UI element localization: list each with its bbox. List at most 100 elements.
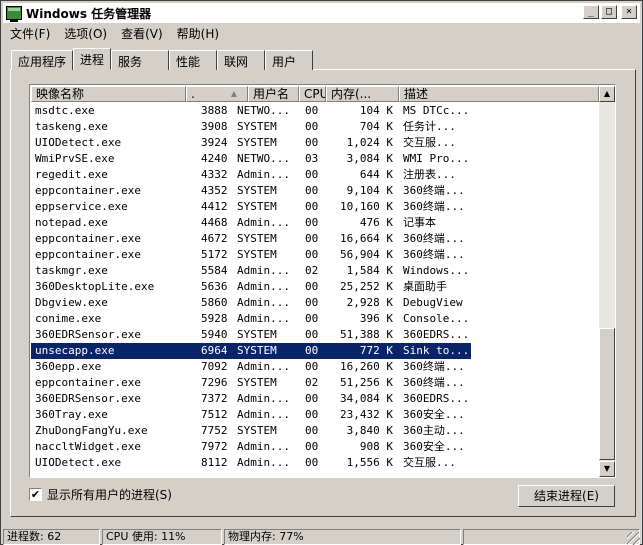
process-row[interactable]: eppcontainer.exe 5172 SYSTEM 00 56,904 K 360终… — [31, 247, 471, 263]
process-row[interactable]: naccltWidget.exe 7972 Admin... 00 908 K 360安全… — [31, 439, 471, 455]
process-row[interactable]: 360EDRSensor.exe 5940 SYSTEM 00 51,388 K 360E… — [31, 327, 471, 343]
menu-view[interactable]: 查看(V) — [114, 24, 170, 42]
cell-username: SYSTEM — [237, 328, 277, 341]
cell-pid: 4468 — [201, 216, 227, 229]
cell-image-name: 360Tray.exe — [35, 408, 108, 421]
cell-cpu: 00 — [305, 200, 319, 213]
column-description[interactable]: 描述 — [399, 86, 599, 102]
cell-cpu: 00 — [305, 168, 319, 181]
process-row[interactable]: unsecapp.exe 6964 SYSTEM 00 772 K Sink to... — [31, 343, 471, 359]
process-row[interactable]: ZhuDongFangYu.exe 7752 SYSTEM 00 3,840 K 360主… — [31, 423, 471, 439]
process-row[interactable]: WmiPrvSE.exe 4240 NETWO... 03 3,084 K WMI Pro… — [31, 151, 471, 167]
cell-description: 注册表... — [403, 168, 456, 181]
cell-username: Admin... — [237, 168, 290, 181]
cell-cpu: 00 — [305, 424, 319, 437]
cell-username: SYSTEM — [237, 232, 277, 245]
cell-pid: 7092 — [201, 360, 227, 373]
window-title: Windows 任务管理器 — [26, 6, 152, 21]
resize-grip-icon[interactable] — [627, 532, 640, 545]
column-cpu[interactable]: CPU — [299, 86, 326, 102]
cell-username: Admin... — [237, 456, 290, 469]
column-image-name[interactable]: 映像名称 — [31, 86, 186, 102]
vertical-scrollbar[interactable]: ▲ ▼ — [599, 86, 615, 477]
tab-users[interactable]: 用户 — [265, 50, 314, 70]
cell-pid: 3924 — [201, 136, 227, 149]
menu-help[interactable]: 帮助(H) — [170, 24, 226, 42]
scroll-down-arrow-icon[interactable]: ▼ — [599, 461, 615, 477]
process-row[interactable]: UIODetect.exe 3924 SYSTEM 00 1,024 K 交互服... — [31, 135, 471, 151]
cell-description: 360EDRS... — [403, 328, 470, 341]
process-row[interactable]: eppcontainer.exe 4352 SYSTEM 00 9,104 K 360终端… — [31, 183, 471, 199]
cell-username: Admin... — [237, 312, 290, 325]
process-row[interactable]: regedit.exe 4332 Admin... 00 644 K 注册表... — [31, 167, 471, 183]
cell-username: Admin... — [237, 264, 290, 277]
cell-memory: 25,252 K — [340, 280, 393, 293]
cell-image-name: WmiPrvSE.exe — [35, 152, 115, 165]
process-row[interactable]: taskeng.exe 3908 SYSTEM 00 704 K 任务计... — [31, 119, 471, 135]
menu-options[interactable]: 选项(O) — [57, 24, 114, 42]
column-pid[interactable]: . ▲ — [186, 86, 248, 102]
scrollbar-thumb[interactable] — [599, 328, 615, 460]
process-row[interactable]: eppcontainer.exe 4672 SYSTEM 00 16,664 K 360终… — [31, 231, 471, 247]
process-row[interactable]: 360Tray.exe 7512 Admin... 00 23,432 K 360安全..… — [31, 407, 471, 423]
column-pid-label: . — [191, 87, 195, 101]
cell-memory: 9,104 K — [346, 184, 393, 197]
tab-networking[interactable]: 联网 — [217, 50, 266, 70]
show-all-users-checkbox[interactable]: ✔ — [29, 488, 42, 501]
process-row[interactable]: 360epp.exe 7092 Admin... 00 16,260 K 360终端... — [31, 359, 471, 375]
maximize-button[interactable]: □ — [601, 5, 617, 19]
minimize-button[interactable]: _ — [583, 5, 599, 19]
close-button[interactable]: × — [621, 5, 637, 19]
tab-applications[interactable]: 应用程序 — [11, 50, 74, 70]
process-row[interactable]: msdtc.exe 3888 NETWO... 00 104 K MS DTCc... — [31, 103, 471, 119]
cell-username: Admin... — [237, 280, 290, 293]
process-row[interactable]: taskmgr.exe 5584 Admin... 02 1,584 K Windows.… — [31, 263, 471, 279]
cell-description: DebugView — [403, 296, 463, 309]
menu-file[interactable]: 文件(F) — [3, 24, 57, 42]
cell-memory: 1,024 K — [346, 136, 393, 149]
process-row[interactable]: eppservice.exe 4412 SYSTEM 00 10,160 K 360终端.… — [31, 199, 471, 215]
cell-username: SYSTEM — [237, 200, 277, 213]
title-bar[interactable]: Windows 任务管理器 _ □ × — [3, 3, 640, 23]
process-row[interactable]: 360DesktopLite.exe 5636 Admin... 00 25,252 K… — [31, 279, 471, 295]
cell-image-name: eppservice.exe — [35, 200, 128, 213]
cell-pid: 4240 — [201, 152, 227, 165]
cell-description: 交互服... — [403, 136, 456, 149]
cell-description: WMI Pro... — [403, 152, 470, 165]
cell-image-name: UIODetect.exe — [35, 136, 122, 149]
process-row[interactable]: 360EDRSensor.exe 7372 Admin... 00 34,084 K 36… — [31, 391, 471, 407]
tab-processes[interactable]: 进程 — [73, 48, 112, 70]
process-row[interactable]: conime.exe 5928 Admin... 00 396 K Console... — [31, 311, 471, 327]
column-memory[interactable]: 内存(... — [326, 86, 399, 102]
tab-services[interactable]: 服务 — [111, 50, 170, 70]
show-all-users-label[interactable]: 显示所有用户的进程(S) — [47, 486, 172, 503]
cell-cpu: 00 — [305, 360, 319, 373]
cell-cpu: 03 — [305, 152, 319, 165]
cell-pid: 7752 — [201, 424, 227, 437]
cell-description: 360终端... — [403, 360, 465, 373]
cell-username: SYSTEM — [237, 376, 277, 389]
scroll-up-arrow-icon[interactable]: ▲ — [599, 86, 615, 102]
cell-pid: 7972 — [201, 440, 227, 453]
cell-cpu: 02 — [305, 264, 319, 277]
process-row[interactable]: UIODetect.exe 8112 Admin... 00 1,556 K 交互服... — [31, 455, 471, 471]
cell-memory: 34,084 K — [340, 392, 393, 405]
end-process-button[interactable]: 结束进程(E) — [518, 485, 615, 507]
process-list[interactable]: 映像名称 . ▲ 用户名 CPU 内存(... 描述 msdtc.exe 3888… — [29, 84, 616, 478]
cell-image-name: UIODetect.exe — [35, 456, 122, 469]
process-row[interactable]: eppcontainer.exe 7296 SYSTEM 02 51,256 K 360终… — [31, 375, 471, 391]
cell-description: 桌面助手 — [403, 280, 447, 293]
menu-bar: 文件(F) 选项(O) 查看(V) 帮助(H) — [3, 24, 226, 42]
cell-pid: 6964 — [201, 344, 227, 357]
process-row[interactable]: notepad.exe 4468 Admin... 00 476 K 记事本 — [31, 215, 471, 231]
cell-pid: 5860 — [201, 296, 227, 309]
process-row[interactable]: Dbgview.exe 5860 Admin... 00 2,928 K DebugVie… — [31, 295, 471, 311]
show-all-users-option[interactable]: ✔ 显示所有用户的进程(S) — [29, 486, 172, 503]
cell-description: 360终端... — [403, 184, 465, 197]
cell-cpu: 00 — [305, 120, 319, 133]
tab-strip: 应用程序 进程 服务 性能 联网 用户 — [11, 48, 314, 70]
cell-image-name: eppcontainer.exe — [35, 376, 141, 389]
column-username[interactable]: 用户名 — [248, 86, 299, 102]
list-header: 映像名称 . ▲ 用户名 CPU 内存(... 描述 — [31, 86, 599, 103]
tab-performance[interactable]: 性能 — [169, 50, 218, 70]
